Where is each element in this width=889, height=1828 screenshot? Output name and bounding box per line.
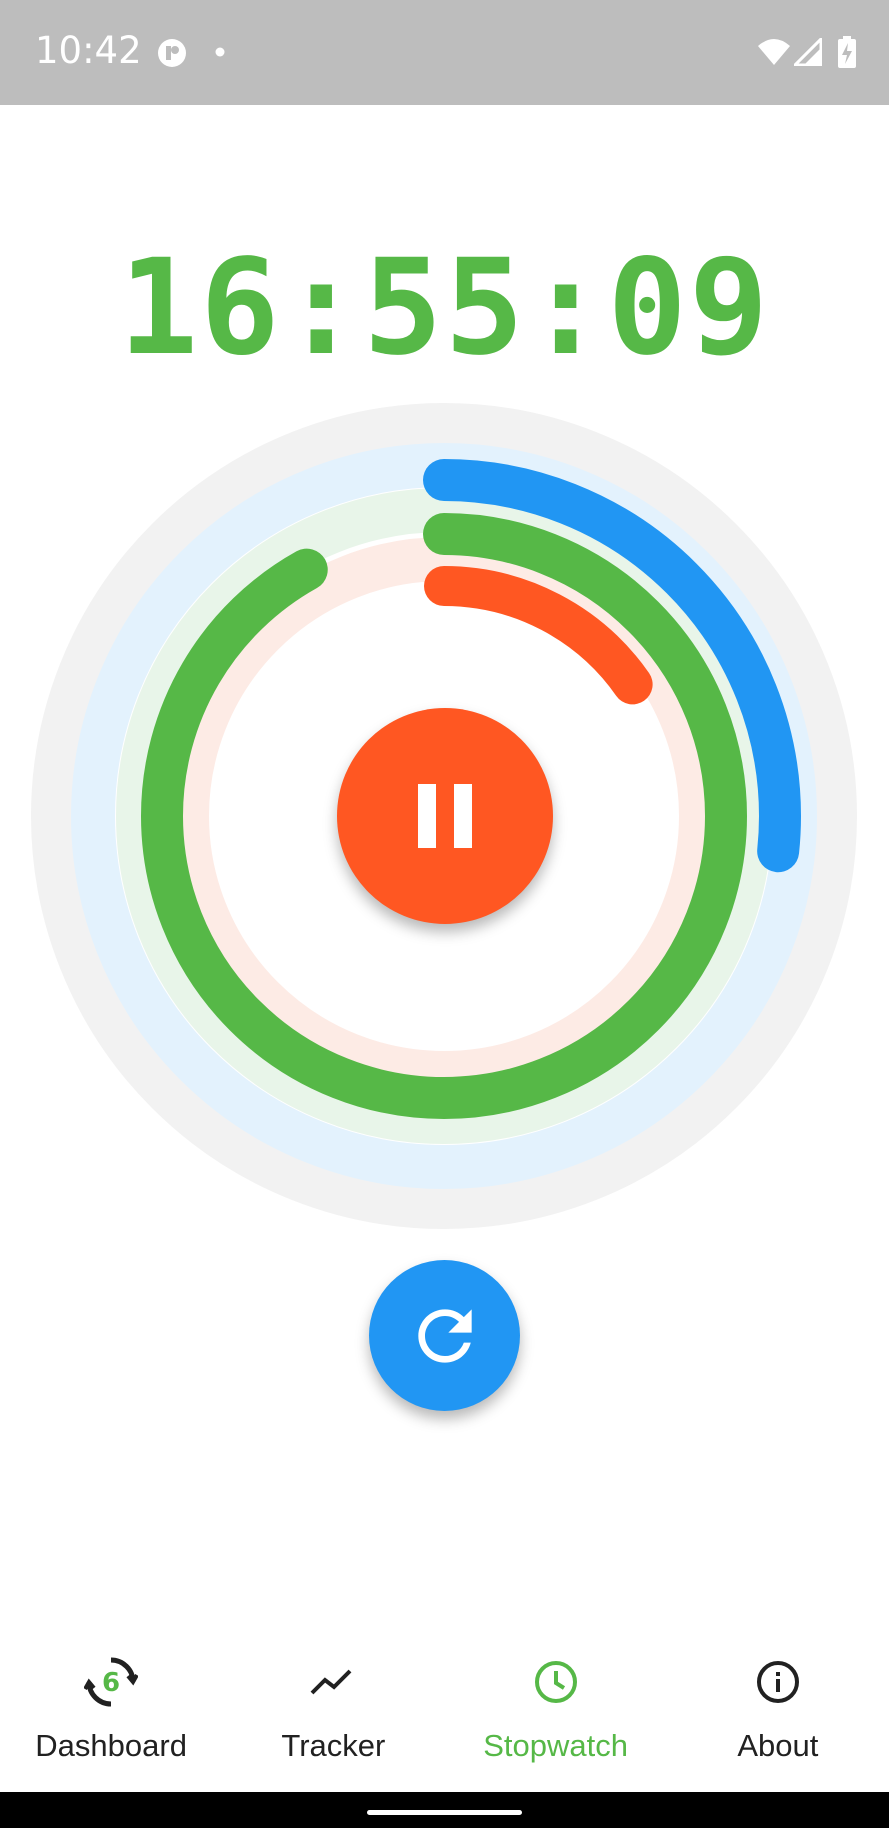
battery-charging-icon — [838, 36, 856, 68]
dot-icon — [215, 47, 225, 57]
gesture-handle[interactable] — [367, 1810, 522, 1815]
nav-label-tracker: Tracker — [281, 1728, 386, 1763]
nav-item-tracker[interactable]: Tracker — [222, 1630, 444, 1792]
signal-icon — [794, 38, 822, 66]
svg-text:6: 6 — [102, 1668, 120, 1698]
clock-icon — [529, 1655, 583, 1709]
nav-item-about[interactable]: About — [667, 1630, 889, 1792]
nav-label-dashboard: Dashboard — [35, 1728, 187, 1763]
refresh-icon — [417, 1308, 472, 1363]
bottom-navigation: 6 Dashboard Tracker Stopwatch About — [0, 1630, 889, 1792]
notification-app-icon — [158, 39, 186, 67]
nav-item-dashboard[interactable]: 6 Dashboard — [0, 1630, 222, 1792]
wifi-icon — [758, 39, 790, 65]
pause-button[interactable] — [337, 708, 553, 924]
nav-item-stopwatch[interactable]: Stopwatch — [445, 1630, 667, 1792]
nav-label-stopwatch: Stopwatch — [483, 1728, 628, 1763]
pause-icon — [418, 784, 436, 848]
dashboard-icon: 6 — [84, 1655, 139, 1709]
status-time: 10:42 — [35, 29, 142, 72]
status-bar: 10:42 — [0, 0, 889, 105]
nav-label-about: About — [737, 1728, 819, 1763]
info-icon — [751, 1655, 805, 1709]
reset-button[interactable] — [369, 1260, 520, 1411]
stopwatch-time: 16:55:09 — [118, 231, 771, 385]
trending-up-icon — [306, 1655, 360, 1709]
